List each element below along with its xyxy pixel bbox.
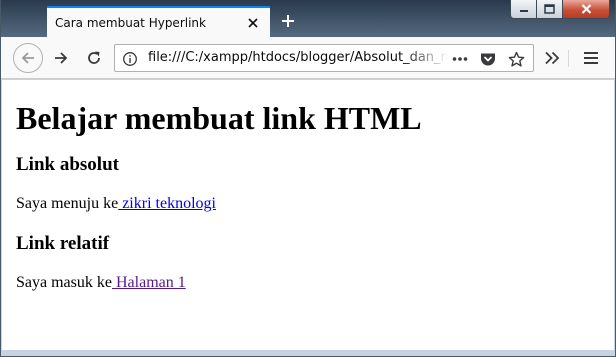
hamburger-icon[interactable] [577, 44, 605, 72]
paragraph-text: Saya menuju ke [16, 195, 119, 212]
toolbar-separator [568, 50, 569, 67]
page-content: Belajar membuat link HTML Link absolut S… [2, 80, 614, 292]
paragraph-text: Saya masuk ke [16, 274, 112, 291]
plus-icon[interactable] [276, 9, 300, 33]
close-icon[interactable] [242, 12, 264, 34]
ellipsis-icon[interactable] [449, 48, 471, 70]
tab-title: Cara membuat Hyperlink [55, 15, 206, 30]
section-title-relative: Link relatif [16, 233, 110, 254]
link-halaman-1[interactable]: Halaman 1 [112, 274, 186, 291]
star-icon[interactable] [505, 48, 527, 70]
arrow-right-icon[interactable] [46, 43, 76, 73]
section-title-absolute: Link absolut [16, 154, 119, 175]
browser-window: Cara membuat Hyperlink file:///C:/xampp/… [0, 0, 616, 357]
chevrons-right-icon[interactable] [538, 44, 566, 72]
info-icon[interactable] [119, 48, 141, 70]
paragraph-relative: Saya masuk ke Halaman 1 [16, 273, 614, 292]
paragraph-absolute: Saya menuju ke zikri teknologi [16, 194, 614, 213]
pocket-icon[interactable] [477, 48, 499, 70]
window-controls [510, 0, 610, 21]
tab-strip: Cara membuat Hyperlink [1, 0, 615, 37]
arrow-left-icon[interactable] [13, 43, 43, 73]
tab-active[interactable]: Cara membuat Hyperlink [47, 6, 270, 37]
navigation-toolbar: file:///C:/xampp/htdocs/blogger/Absolut_… [1, 37, 615, 79]
link-zikri-teknologi[interactable]: zikri teknologi [118, 195, 216, 212]
page-heading: Belajar membuat link HTML [16, 100, 422, 136]
close-icon[interactable] [563, 0, 610, 19]
reload-icon[interactable] [79, 43, 109, 73]
url-text[interactable]: file:///C:/xampp/htdocs/blogger/Absolut_… [148, 50, 448, 65]
minimize-icon[interactable] [510, 0, 537, 19]
page-viewport: Belajar membuat link HTML Link absolut S… [2, 80, 614, 350]
address-bar[interactable]: file:///C:/xampp/htdocs/blogger/Absolut_… [114, 44, 534, 72]
maximize-icon[interactable] [537, 0, 563, 19]
